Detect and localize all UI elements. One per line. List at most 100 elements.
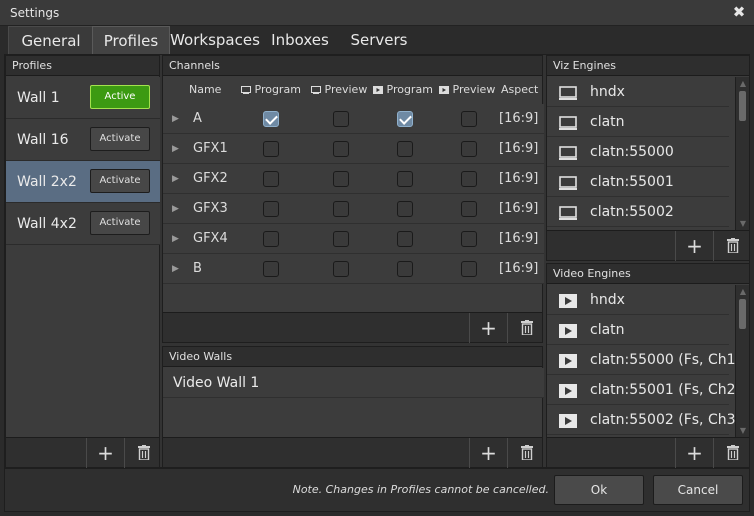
profiles-panel: Profiles Wall 1 Active Wall 16 Activate Wall… (5, 55, 160, 468)
scroll-thumb[interactable] (739, 299, 746, 329)
expand-arrow-icon[interactable]: ▶ (172, 134, 179, 164)
add-channel-button[interactable]: + (469, 313, 507, 343)
engine-label: clatn:55001 (Fs, Ch2) (590, 382, 741, 398)
engine-row[interactable]: hndx (547, 285, 729, 315)
profiles-header: Profiles (6, 56, 159, 76)
engine-row[interactable]: clatn:55001 (Fs, Ch2) (547, 375, 741, 405)
engine-row[interactable]: clatn (547, 107, 729, 137)
channel-checkbox[interactable] (397, 261, 413, 277)
active-button[interactable]: Active (90, 85, 150, 109)
channel-row[interactable]: ▶ GFX2 [16:9] (163, 164, 544, 194)
activate-button[interactable]: Activate (90, 169, 150, 193)
cancel-button[interactable]: Cancel (653, 475, 743, 505)
channel-name: GFX3 (193, 201, 228, 216)
channel-checkbox[interactable] (333, 201, 349, 217)
trash-icon (726, 445, 739, 461)
expand-arrow-icon[interactable]: ▶ (172, 164, 179, 194)
channel-checkbox[interactable] (333, 171, 349, 187)
add-profile-button[interactable]: + (86, 438, 124, 468)
scroll-up-icon[interactable]: ▲ (738, 79, 748, 89)
ok-button[interactable]: Ok (554, 475, 644, 505)
scroll-thumb[interactable] (739, 91, 746, 121)
scroll-down-icon[interactable]: ▼ (738, 219, 748, 229)
channel-checkbox[interactable] (461, 141, 477, 157)
plus-icon: + (686, 234, 703, 258)
channel-checkbox[interactable] (397, 171, 413, 187)
col-aspect: Aspect (501, 83, 539, 96)
tab-inboxes[interactable]: Inboxes (268, 26, 332, 54)
channel-row[interactable]: ▶ A [16:9] (163, 104, 544, 134)
scroll-up-icon[interactable]: ▲ (738, 287, 748, 297)
channel-checkbox[interactable] (461, 201, 477, 217)
col-preview-2-label: Preview (452, 83, 496, 96)
expand-arrow-icon[interactable]: ▶ (172, 224, 179, 254)
tab-workspaces[interactable]: Workspaces (170, 26, 260, 54)
tab-general[interactable]: General (8, 26, 94, 54)
engine-row[interactable]: clatn:55001 (547, 167, 729, 197)
channel-checkbox[interactable] (461, 171, 477, 187)
tab-servers[interactable]: Servers (346, 26, 412, 54)
channel-checkbox[interactable] (333, 261, 349, 277)
trash-icon (726, 238, 739, 254)
expand-arrow-icon[interactable]: ▶ (172, 254, 179, 284)
channel-row[interactable]: ▶ B [16:9] (163, 254, 544, 284)
channel-checkbox[interactable] (397, 141, 413, 157)
engine-label: clatn:55001 (590, 174, 674, 190)
channel-checkbox[interactable] (263, 261, 279, 277)
profile-row[interactable]: Wall 1 Active (6, 77, 160, 119)
engine-row[interactable]: clatn:55002 (547, 197, 729, 227)
video-wall-item[interactable]: Video Wall 1 (163, 368, 544, 398)
tab-profiles[interactable]: Profiles (92, 26, 170, 54)
trash-icon (137, 445, 150, 461)
channel-row[interactable]: ▶ GFX4 [16:9] (163, 224, 544, 254)
add-viz-engine-button[interactable]: + (675, 231, 713, 261)
channel-checkbox[interactable] (461, 111, 477, 127)
expand-arrow-icon[interactable]: ▶ (172, 194, 179, 224)
engine-row[interactable]: clatn (547, 315, 729, 345)
channels-panel: Channels Name Program Preview Program Pr… (162, 55, 545, 343)
profile-row[interactable]: Wall 2x2 Activate (6, 161, 160, 203)
delete-profile-button[interactable] (124, 438, 162, 468)
delete-viz-engine-button[interactable] (713, 231, 751, 261)
channel-checkbox[interactable] (397, 231, 413, 247)
engine-row[interactable]: clatn:55000 (Fs, Ch1) (547, 345, 741, 375)
activate-button[interactable]: Activate (90, 127, 150, 151)
delete-channel-button[interactable] (507, 313, 545, 343)
profile-row[interactable]: Wall 4x2 Activate (6, 203, 160, 245)
scroll-down-icon[interactable]: ▼ (738, 426, 748, 436)
channel-checkbox[interactable] (263, 111, 279, 127)
channel-row[interactable]: ▶ GFX3 [16:9] (163, 194, 544, 224)
delete-video-engine-button[interactable] (713, 438, 751, 468)
engine-row[interactable]: clatn:55002 (Fs, Ch3) (547, 405, 741, 435)
channel-checkbox[interactable] (397, 111, 413, 127)
video-walls-footer: + (163, 437, 545, 468)
close-icon[interactable]: ✖ (730, 3, 748, 21)
profile-row[interactable]: Wall 16 Activate (6, 119, 160, 161)
engine-row[interactable]: hndx (547, 77, 729, 107)
delete-video-wall-button[interactable] (507, 438, 545, 468)
channel-checkbox[interactable] (333, 231, 349, 247)
channel-checkbox[interactable] (397, 201, 413, 217)
add-video-wall-button[interactable]: + (469, 438, 507, 468)
channel-checkbox[interactable] (263, 141, 279, 157)
channel-checkbox[interactable] (461, 261, 477, 277)
channel-name: GFX1 (193, 141, 228, 156)
add-video-engine-button[interactable]: + (675, 438, 713, 468)
plus-icon: + (97, 441, 114, 465)
channel-checkbox[interactable] (263, 231, 279, 247)
channel-checkbox[interactable] (333, 141, 349, 157)
channel-name: A (193, 111, 202, 126)
video-walls-panel: Video Walls Video Wall 1 + (162, 346, 545, 468)
channel-checkbox[interactable] (263, 171, 279, 187)
activate-button[interactable]: Activate (90, 211, 150, 235)
viz-engines-panel: Viz Engines hndx clatn clatn:55000 clatn:55… (546, 55, 750, 261)
channel-checkbox[interactable] (263, 201, 279, 217)
video-engines-scrollbar[interactable]: ▲ ▼ (735, 285, 749, 438)
viz-engines-scrollbar[interactable]: ▲ ▼ (735, 77, 749, 231)
channel-checkbox[interactable] (333, 111, 349, 127)
film-icon (559, 353, 577, 372)
expand-arrow-icon[interactable]: ▶ (172, 104, 179, 134)
channel-row[interactable]: ▶ GFX1 [16:9] (163, 134, 544, 164)
channel-checkbox[interactable] (461, 231, 477, 247)
engine-row[interactable]: clatn:55000 (547, 137, 729, 167)
